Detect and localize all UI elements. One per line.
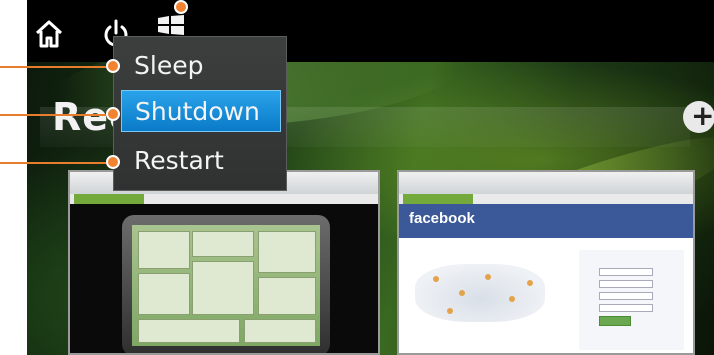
menu-item-restart[interactable]: Restart <box>121 140 281 182</box>
world-map <box>415 264 545 322</box>
signup-panel <box>579 250 684 350</box>
tablet-screen <box>132 225 320 346</box>
person-marker <box>509 296 515 302</box>
thumbnail-video-tablet[interactable] <box>68 170 380 355</box>
person-marker <box>459 290 465 296</box>
tile <box>138 231 190 269</box>
callout-dot <box>106 59 120 73</box>
power-menu: Sleep Shutdown Restart <box>113 36 287 191</box>
add-button[interactable]: + <box>683 101 714 133</box>
browser-tab <box>74 194 144 204</box>
signup-field <box>599 304 653 312</box>
tile <box>244 319 316 343</box>
callout-line <box>0 66 113 68</box>
facebook-logo: facebook <box>409 210 475 227</box>
browser-tab <box>403 194 473 204</box>
browser-toolbar <box>399 172 693 195</box>
callout-dot <box>174 0 188 14</box>
callout-dot <box>106 155 120 169</box>
tile <box>258 231 316 273</box>
screen: Rec + facebook Sleep Shutdown Restart <box>0 0 714 355</box>
person-marker <box>485 274 491 280</box>
signup-field <box>599 280 653 288</box>
left-margin <box>0 0 27 355</box>
tile <box>258 277 316 315</box>
signup-field <box>599 268 653 276</box>
tablet-image <box>122 215 330 353</box>
signup-button <box>599 316 631 326</box>
tile <box>192 231 254 257</box>
person-marker <box>447 308 453 314</box>
thumbnail-facebook[interactable]: facebook <box>397 170 695 355</box>
tile <box>138 319 240 343</box>
windows-icon[interactable] <box>156 15 186 35</box>
callout-line <box>0 114 113 116</box>
signup-field <box>599 292 653 300</box>
callout-line <box>0 162 113 164</box>
person-marker <box>527 280 533 286</box>
plus-icon: + <box>691 99 714 132</box>
person-marker <box>433 276 439 282</box>
callout-dot <box>106 107 120 121</box>
tile <box>192 261 254 315</box>
menu-item-shutdown[interactable]: Shutdown <box>121 90 281 132</box>
menu-item-sleep[interactable]: Sleep <box>121 45 281 87</box>
tile <box>138 273 190 315</box>
home-icon[interactable] <box>33 18 65 50</box>
